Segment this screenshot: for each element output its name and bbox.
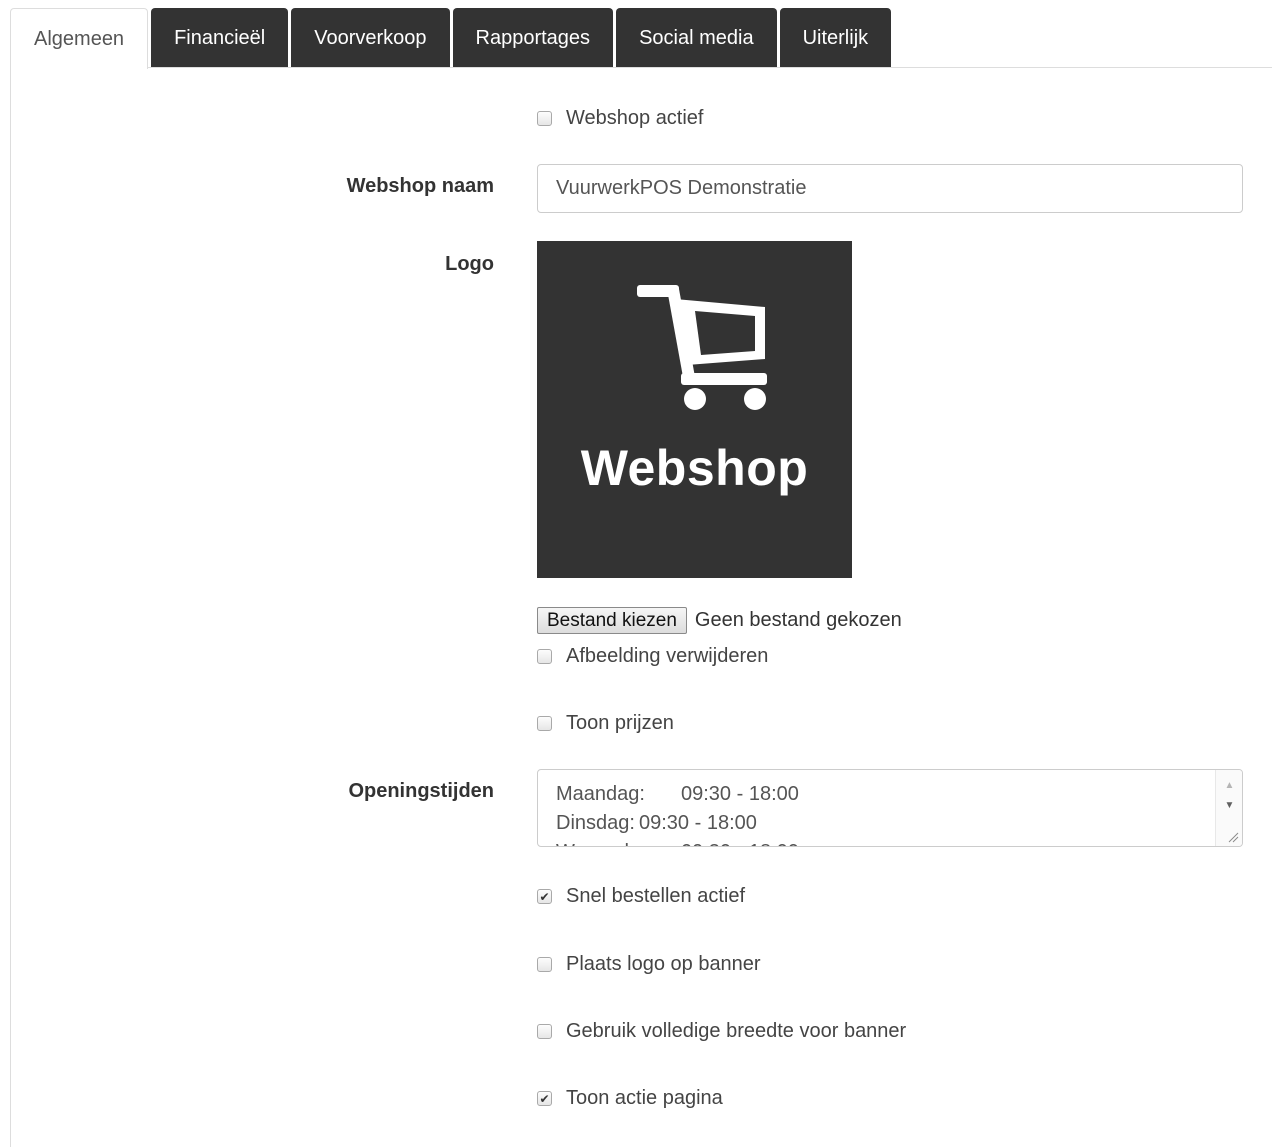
openingstijden-label: Openingstijden	[348, 780, 494, 802]
volledige-breedte-checkbox[interactable]	[537, 1024, 552, 1039]
scroll-up-arrow-icon[interactable]: ▲	[1216, 776, 1242, 794]
tab-voorverkoop[interactable]: Voorverkoop	[291, 8, 450, 68]
webshop-actief-row: Webshop actief	[537, 107, 704, 130]
snel-bestellen-label: Snel bestellen actief	[566, 885, 746, 907]
shopping-cart-icon	[636, 285, 767, 410]
webshop-naam-label: Webshop naam	[346, 175, 494, 197]
volledige-breedte-row: Gebruik volledige breedte voor banner	[537, 1020, 906, 1043]
afbeelding-verwijderen-checkbox[interactable]	[537, 649, 552, 664]
tab-social-media[interactable]: Social media	[616, 8, 777, 68]
tab-algemeen[interactable]: Algemeen	[10, 8, 149, 69]
logo-op-banner-row: Plaats logo op banner	[537, 953, 761, 976]
afbeelding-verwijderen-row: Afbeelding verwijderen	[537, 645, 768, 668]
hours-value: 09:30 - 18:00	[639, 812, 757, 834]
choose-file-button[interactable]: Bestand kiezen	[537, 607, 687, 634]
openingstijden-line: Woensdag: 09:30 - 18:00	[556, 838, 799, 846]
day-label: Dinsdag:	[556, 812, 635, 834]
toon-actie-pagina-row: ✔ Toon actie pagina	[537, 1087, 723, 1110]
volledige-breedte-label: Gebruik volledige breedte voor banner	[566, 1020, 907, 1042]
file-chooser: Bestand kiezen Geen bestand gekozen	[537, 607, 902, 634]
openingstijden-content: Maandag: 09:30 - 18:00 Dinsdag: 09:30 - …	[556, 780, 799, 846]
resize-grip-icon[interactable]	[1227, 831, 1239, 843]
logo-image-text: Webshop	[580, 440, 809, 496]
hours-value: 09:30 - 18:00	[681, 838, 799, 846]
logo-label: Logo	[445, 253, 494, 275]
webshop-naam-input[interactable]	[537, 164, 1243, 213]
logo-image: Webshop	[537, 241, 852, 578]
toon-prijzen-row: Toon prijzen	[537, 712, 674, 735]
logo-op-banner-label: Plaats logo op banner	[566, 953, 761, 975]
file-status-text: Geen bestand gekozen	[694, 609, 902, 631]
toon-actie-pagina-label: Toon actie pagina	[566, 1087, 723, 1109]
afbeelding-verwijderen-label: Afbeelding verwijderen	[566, 645, 769, 667]
tab-financieel[interactable]: Financieël	[151, 8, 289, 68]
webshop-actief-checkbox[interactable]	[537, 111, 552, 126]
logo-op-banner-checkbox[interactable]	[537, 957, 552, 972]
openingstijden-line: Dinsdag: 09:30 - 18:00	[556, 809, 799, 838]
toon-actie-pagina-checkbox[interactable]: ✔	[537, 1091, 552, 1106]
panel-border	[10, 68, 11, 1147]
snel-bestellen-row: ✔ Snel bestellen actief	[537, 885, 745, 908]
hours-value: 09:30 - 18:00	[681, 783, 799, 805]
tab-uiterlijk[interactable]: Uiterlijk	[779, 8, 892, 68]
openingstijden-textarea[interactable]: Maandag: 09:30 - 18:00 Dinsdag: 09:30 - …	[537, 769, 1243, 847]
tab-divider	[148, 67, 1272, 68]
webshop-actief-label: Webshop actief	[566, 107, 704, 129]
day-label: Woensdag:	[556, 838, 681, 846]
snel-bestellen-checkbox[interactable]: ✔	[537, 889, 552, 904]
tab-bar: Algemeen Financieël Voorverkoop Rapporta…	[10, 8, 894, 69]
toon-prijzen-label: Toon prijzen	[566, 712, 674, 734]
day-label: Maandag:	[556, 783, 645, 805]
openingstijden-line: Maandag: 09:30 - 18:00	[556, 780, 799, 809]
toon-prijzen-checkbox[interactable]	[537, 716, 552, 731]
tab-rapportages[interactable]: Rapportages	[452, 8, 614, 68]
scroll-down-arrow-icon[interactable]: ▼	[1216, 796, 1242, 814]
